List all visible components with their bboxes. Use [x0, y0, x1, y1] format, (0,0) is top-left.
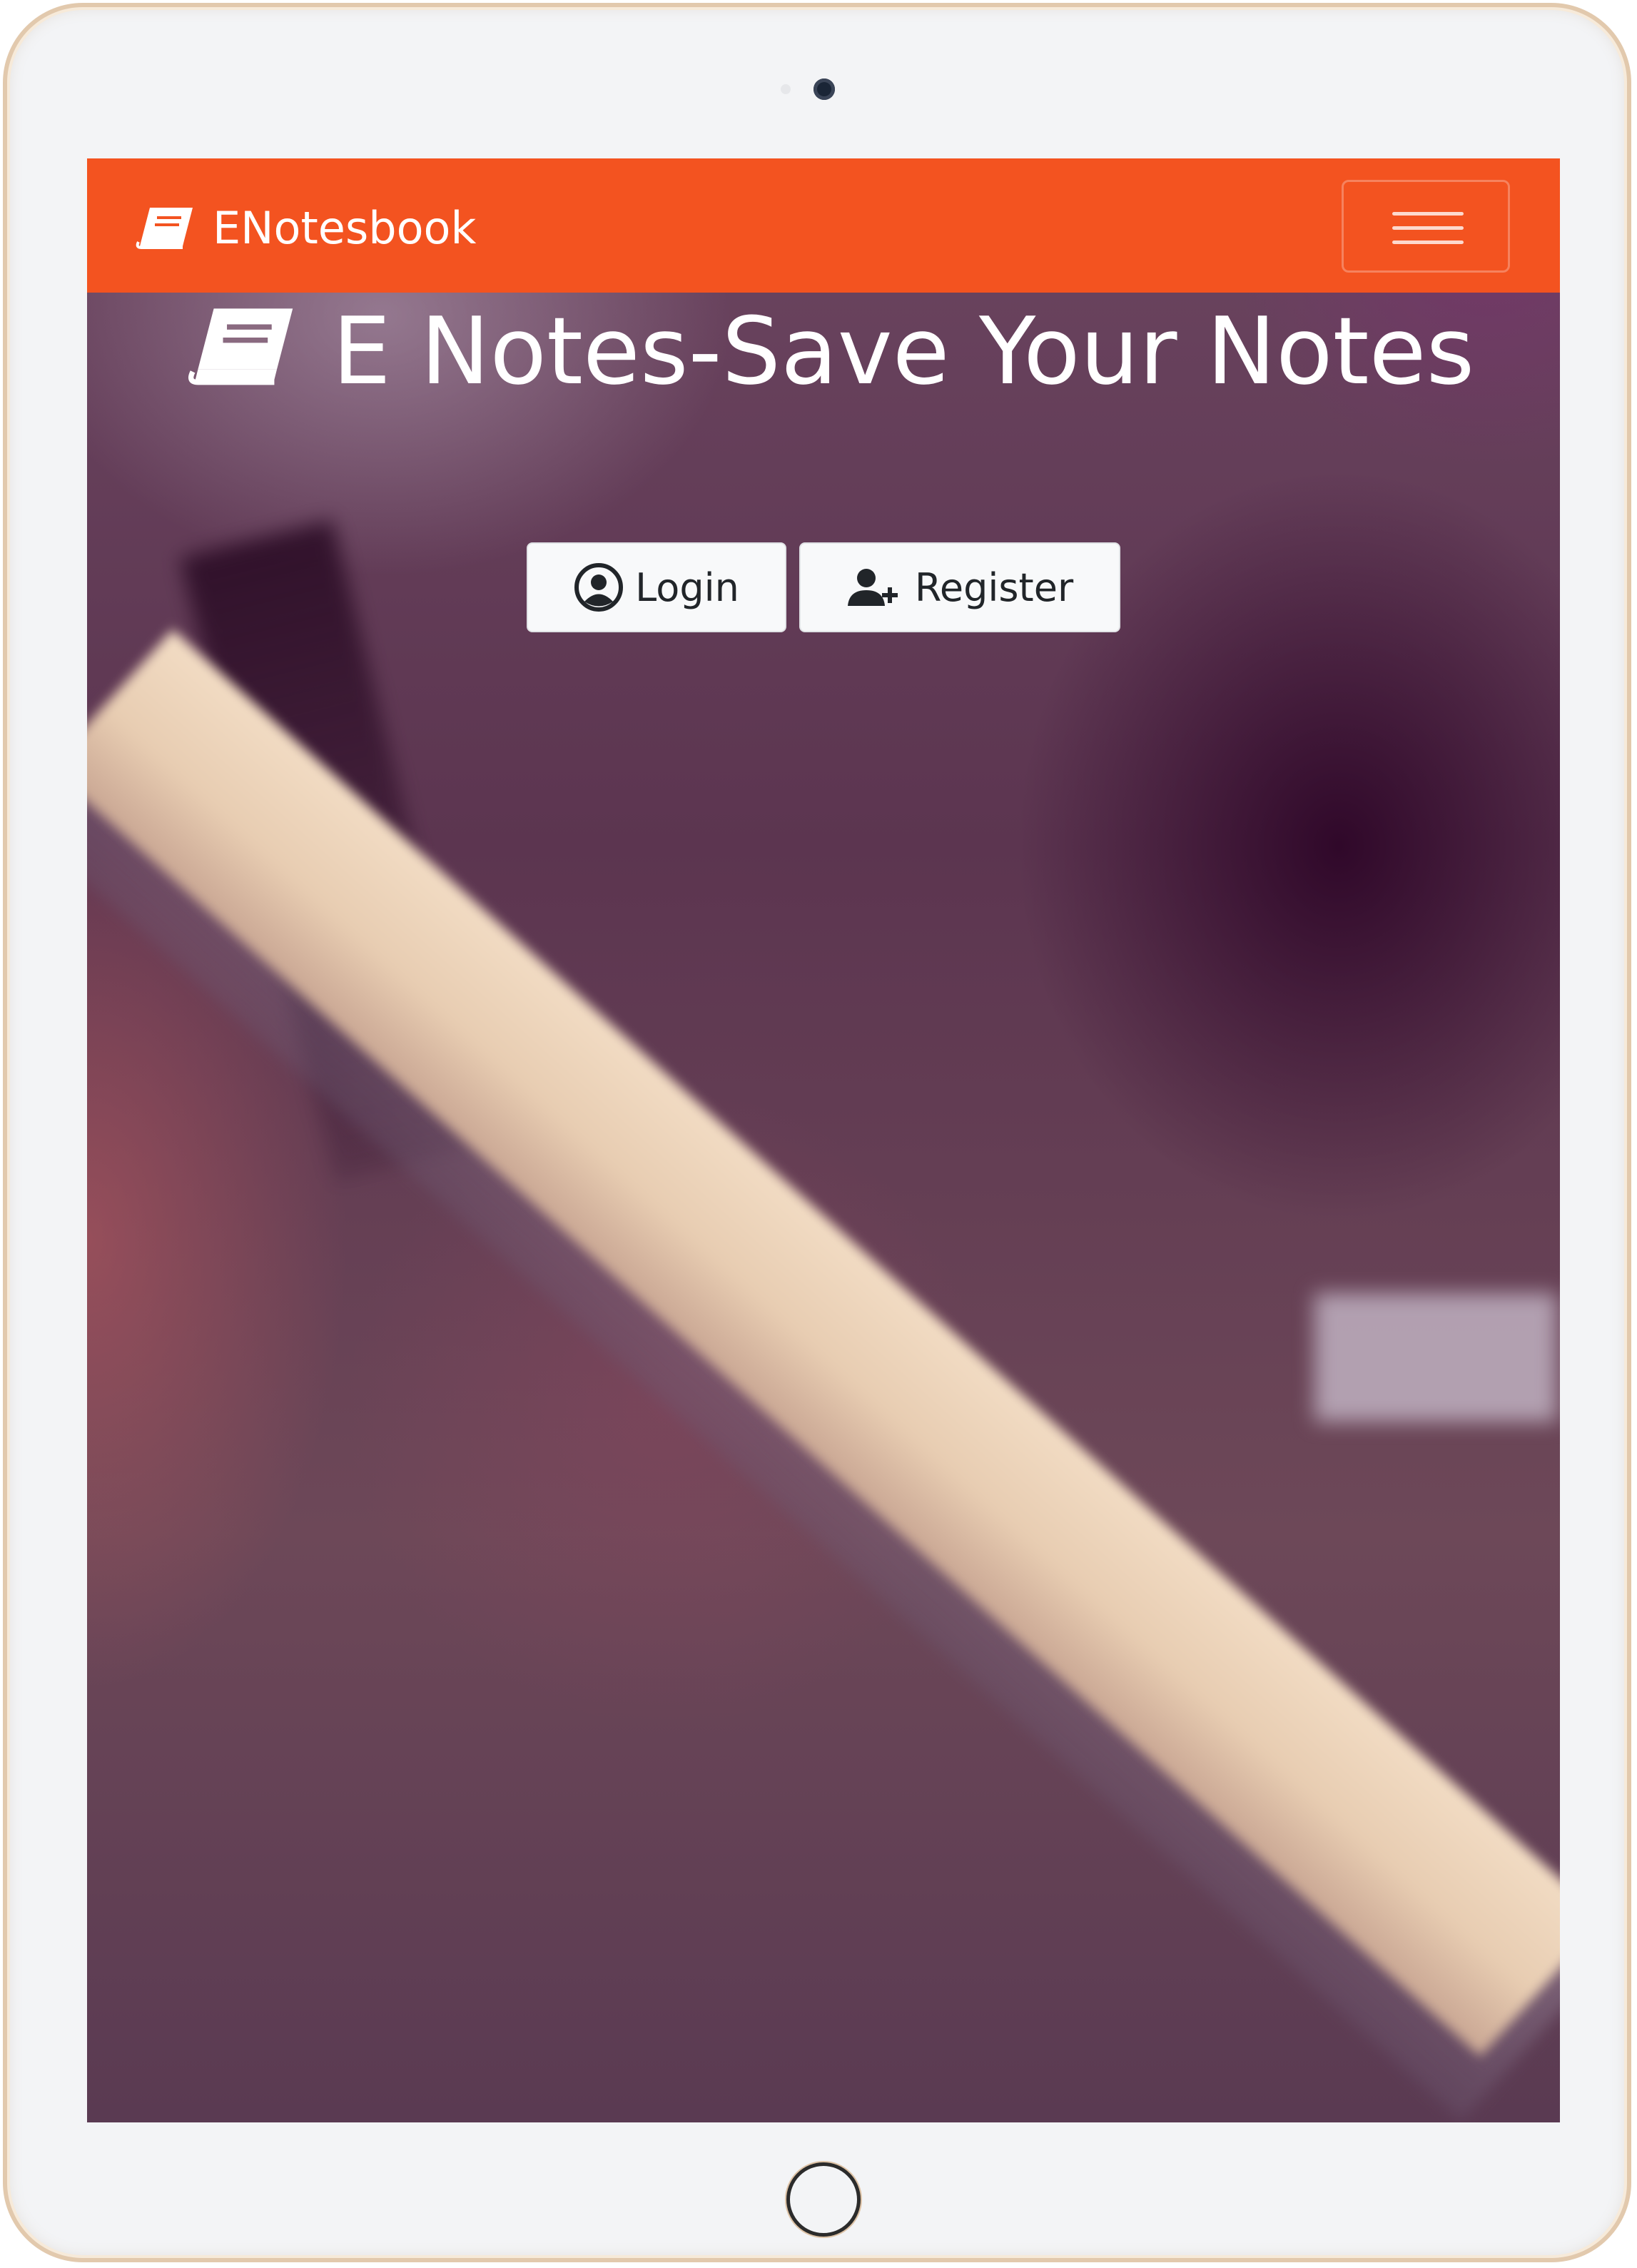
brand-link[interactable]: ENotesbook [136, 201, 477, 254]
user-plus-icon [847, 569, 898, 606]
navbar-toggler-button[interactable] [1342, 180, 1510, 273]
front-camera-icon [814, 79, 835, 100]
home-button[interactable] [786, 2162, 861, 2237]
book-icon [136, 208, 193, 249]
proximity-sensor [781, 84, 791, 94]
navbar: ENotesbook [87, 158, 1560, 293]
hamburger-line [1392, 241, 1464, 244]
hero-title: E Notes-Save Your Notes [180, 294, 1479, 408]
register-button[interactable]: Register [799, 542, 1120, 632]
user-circle-icon [574, 563, 624, 612]
tablet-frame: ENotesbook E Notes-Save Your Notes Login… [3, 3, 1631, 2262]
register-label: Register [914, 565, 1074, 610]
hero-title-text: E Notes-Save Your Notes [332, 297, 1475, 405]
hero-background-highlight [1314, 1293, 1557, 1422]
screen: ENotesbook E Notes-Save Your Notes Login… [87, 158, 1560, 2122]
hamburger-line [1392, 226, 1464, 230]
book-icon [188, 308, 293, 385]
brand-name: ENotesbook [213, 201, 477, 254]
login-button[interactable]: Login [527, 542, 786, 632]
hamburger-menu-icon [1392, 212, 1464, 216]
login-label: Login [635, 565, 739, 610]
